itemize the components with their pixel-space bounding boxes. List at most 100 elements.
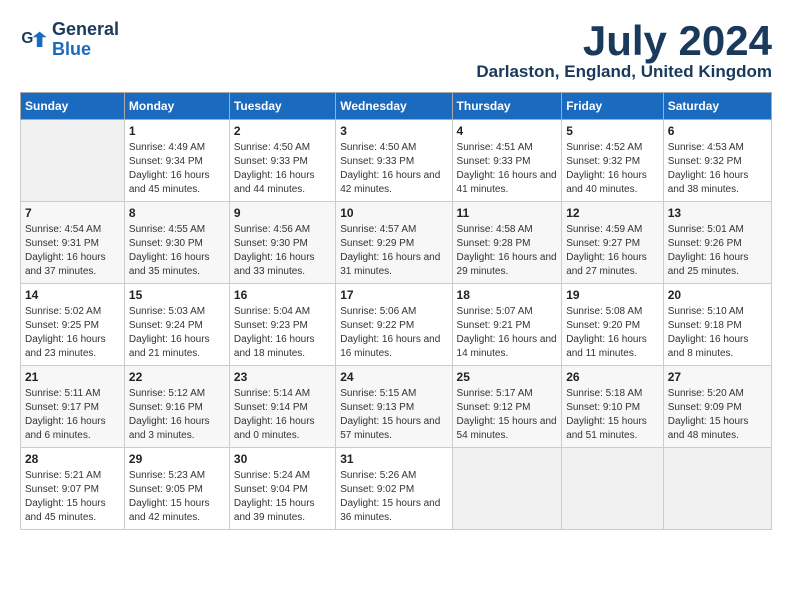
calendar-cell: 21 Sunrise: 5:11 AMSunset: 9:17 PMDayligh…	[21, 366, 125, 448]
day-info: Sunrise: 5:17 AMSunset: 9:12 PMDaylight:…	[457, 387, 558, 443]
day-info: Sunrise: 5:24 AMSunset: 9:04 PMDaylight:…	[234, 469, 331, 525]
day-number: 21	[25, 370, 120, 384]
calendar-cell: 7Sunrise: 4:54 AMSunset: 9:31 PMDaylight…	[21, 202, 125, 284]
week-row-3: 14 Sunrise: 5:02 AMSunset: 9:25 PMDayligh…	[21, 284, 772, 366]
day-number: 30	[234, 452, 331, 466]
calendar-cell: 28Sunrise: 5:21 AMSunset: 9:07 PMDayligh…	[21, 448, 125, 530]
header-wednesday: Wednesday	[336, 93, 452, 120]
calendar-cell: 29 Sunrise: 5:23 AMSunset: 9:05 PMDayligh…	[124, 448, 229, 530]
calendar-cell	[21, 120, 125, 202]
logo-icon: G	[20, 26, 48, 54]
day-info: Sunrise: 5:02 AMSunset: 9:25 PMDaylight:…	[25, 305, 120, 361]
day-info: Sunrise: 4:57 AMSunset: 9:29 PMDaylight:…	[340, 223, 447, 279]
calendar-cell: 17Sunrise: 5:06 AMSunset: 9:22 PMDayligh…	[336, 284, 452, 366]
day-number: 24	[340, 370, 447, 384]
header-saturday: Saturday	[663, 93, 771, 120]
title-area: July 2024 Darlaston, England, United Kin…	[476, 20, 772, 82]
day-number: 31	[340, 452, 447, 466]
calendar-cell: 18Sunrise: 5:07 AMSunset: 9:21 PMDayligh…	[452, 284, 562, 366]
day-info: Sunrise: 5:10 AMSunset: 9:18 PMDaylight:…	[668, 305, 767, 361]
calendar-cell: 16 Sunrise: 5:04 AMSunset: 9:23 PMDayligh…	[229, 284, 335, 366]
header: G General Blue July 2024 Darlaston, Engl…	[20, 20, 772, 82]
calendar-cell: 26 Sunrise: 5:18 AMSunset: 9:10 PMDayligh…	[562, 366, 664, 448]
logo-text-line2: Blue	[52, 40, 119, 60]
header-thursday: Thursday	[452, 93, 562, 120]
day-info: Sunrise: 5:06 AMSunset: 9:22 PMDaylight:…	[340, 305, 447, 361]
day-number: 14	[25, 288, 120, 302]
calendar-header-row: SundayMondayTuesdayWednesdayThursdayFrid…	[21, 93, 772, 120]
day-number: 29	[129, 452, 225, 466]
day-number: 8	[129, 206, 225, 220]
day-info: Sunrise: 5:15 AMSunset: 9:13 PMDaylight:…	[340, 387, 447, 443]
day-number: 25	[457, 370, 558, 384]
calendar-cell: 3 Sunrise: 4:50 AMSunset: 9:33 PMDaylight…	[336, 120, 452, 202]
day-info: Sunrise: 5:23 AMSunset: 9:05 PMDaylight:…	[129, 469, 225, 525]
day-info: Sunrise: 4:50 AMSunset: 9:33 PMDaylight:…	[340, 141, 447, 197]
calendar-cell: 8 Sunrise: 4:55 AMSunset: 9:30 PMDaylight…	[124, 202, 229, 284]
calendar-cell: 5 Sunrise: 4:52 AMSunset: 9:32 PMDaylight…	[562, 120, 664, 202]
day-number: 22	[129, 370, 225, 384]
day-info: Sunrise: 5:20 AMSunset: 9:09 PMDaylight:…	[668, 387, 767, 443]
header-monday: Monday	[124, 93, 229, 120]
day-number: 3	[340, 124, 447, 138]
day-info: Sunrise: 5:26 AMSunset: 9:02 PMDaylight:…	[340, 469, 447, 525]
header-sunday: Sunday	[21, 93, 125, 120]
calendar-cell: 31 Sunrise: 5:26 AMSunset: 9:02 PMDayligh…	[336, 448, 452, 530]
header-friday: Friday	[562, 93, 664, 120]
day-number: 7	[25, 206, 120, 220]
calendar-cell: 19Sunrise: 5:08 AMSunset: 9:20 PMDayligh…	[562, 284, 664, 366]
day-info: Sunrise: 5:03 AMSunset: 9:24 PMDaylight:…	[129, 305, 225, 361]
header-tuesday: Tuesday	[229, 93, 335, 120]
day-number: 5	[566, 124, 659, 138]
day-info: Sunrise: 4:55 AMSunset: 9:30 PMDaylight:…	[129, 223, 225, 279]
week-row-4: 21 Sunrise: 5:11 AMSunset: 9:17 PMDayligh…	[21, 366, 772, 448]
day-info: Sunrise: 4:58 AMSunset: 9:28 PMDaylight:…	[457, 223, 558, 279]
calendar-cell: 1 Sunrise: 4:49 AMSunset: 9:34 PMDaylight…	[124, 120, 229, 202]
day-number: 1	[129, 124, 225, 138]
logo: G General Blue	[20, 20, 119, 60]
day-number: 20	[668, 288, 767, 302]
day-info: Sunrise: 4:52 AMSunset: 9:32 PMDaylight:…	[566, 141, 659, 197]
calendar-cell: 30 Sunrise: 5:24 AMSunset: 9:04 PMDayligh…	[229, 448, 335, 530]
day-number: 12	[566, 206, 659, 220]
calendar-cell: 24 Sunrise: 5:15 AMSunset: 9:13 PMDayligh…	[336, 366, 452, 448]
day-number: 27	[668, 370, 767, 384]
calendar-cell: 6Sunrise: 4:53 AMSunset: 9:32 PMDaylight…	[663, 120, 771, 202]
day-info: Sunrise: 4:53 AMSunset: 9:32 PMDaylight:…	[668, 141, 767, 197]
day-number: 9	[234, 206, 331, 220]
day-info: Sunrise: 5:18 AMSunset: 9:10 PMDaylight:…	[566, 387, 659, 443]
day-number: 26	[566, 370, 659, 384]
day-number: 4	[457, 124, 558, 138]
day-number: 11	[457, 206, 558, 220]
day-info: Sunrise: 4:49 AMSunset: 9:34 PMDaylight:…	[129, 141, 225, 197]
day-info: Sunrise: 5:14 AMSunset: 9:14 PMDaylight:…	[234, 387, 331, 443]
calendar-cell: 11 Sunrise: 4:58 AMSunset: 9:28 PMDayligh…	[452, 202, 562, 284]
calendar-cell: 14 Sunrise: 5:02 AMSunset: 9:25 PMDayligh…	[21, 284, 125, 366]
calendar-cell: 4Sunrise: 4:51 AMSunset: 9:33 PMDaylight…	[452, 120, 562, 202]
day-number: 23	[234, 370, 331, 384]
day-info: Sunrise: 5:07 AMSunset: 9:21 PMDaylight:…	[457, 305, 558, 361]
day-info: Sunrise: 5:21 AMSunset: 9:07 PMDaylight:…	[25, 469, 120, 525]
week-row-5: 28Sunrise: 5:21 AMSunset: 9:07 PMDayligh…	[21, 448, 772, 530]
location-title: Darlaston, England, United Kingdom	[476, 62, 772, 82]
month-title: July 2024	[476, 20, 772, 62]
day-info: Sunrise: 5:01 AMSunset: 9:26 PMDaylight:…	[668, 223, 767, 279]
day-info: Sunrise: 4:50 AMSunset: 9:33 PMDaylight:…	[234, 141, 331, 197]
calendar-cell: 27 Sunrise: 5:20 AMSunset: 9:09 PMDayligh…	[663, 366, 771, 448]
day-info: Sunrise: 5:11 AMSunset: 9:17 PMDaylight:…	[25, 387, 120, 443]
calendar-cell	[452, 448, 562, 530]
calendar-table: SundayMondayTuesdayWednesdayThursdayFrid…	[20, 92, 772, 530]
day-number: 13	[668, 206, 767, 220]
day-number: 19	[566, 288, 659, 302]
svg-text:G: G	[21, 30, 33, 47]
calendar-cell	[663, 448, 771, 530]
day-number: 16	[234, 288, 331, 302]
calendar-cell: 25 Sunrise: 5:17 AMSunset: 9:12 PMDayligh…	[452, 366, 562, 448]
calendar-cell: 20 Sunrise: 5:10 AMSunset: 9:18 PMDayligh…	[663, 284, 771, 366]
week-row-2: 7Sunrise: 4:54 AMSunset: 9:31 PMDaylight…	[21, 202, 772, 284]
calendar-cell	[562, 448, 664, 530]
day-number: 2	[234, 124, 331, 138]
calendar-cell: 22Sunrise: 5:12 AMSunset: 9:16 PMDayligh…	[124, 366, 229, 448]
day-number: 15	[129, 288, 225, 302]
day-info: Sunrise: 5:04 AMSunset: 9:23 PMDaylight:…	[234, 305, 331, 361]
